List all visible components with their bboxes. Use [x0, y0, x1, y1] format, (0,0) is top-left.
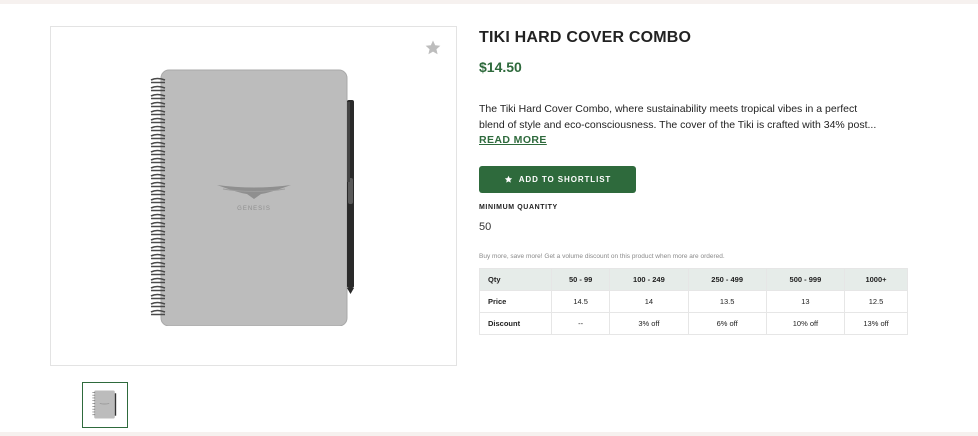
- minimum-quantity-value: 50: [479, 221, 492, 233]
- add-to-shortlist-label: ADD TO SHORTLIST: [518, 175, 612, 184]
- table-header-row: Qty 50 - 99 100 - 249 250 - 499 500 - 99…: [479, 268, 908, 291]
- product-title: TIKI HARD COVER COMBO: [479, 29, 692, 46]
- table-row: Discount -- 3% off 6% off 10% off 13% of…: [479, 312, 908, 335]
- product-price: $14.50: [479, 59, 522, 75]
- table-cell: 10% off: [765, 312, 846, 335]
- column-header: 50 - 99: [550, 268, 611, 291]
- notebook-image: GENESIS: [150, 69, 354, 326]
- star-icon: [504, 175, 512, 183]
- column-header: 500 - 999: [765, 268, 846, 291]
- product-panel: GENESIS TIKI HARD COVER COMBO $14.50 The…: [0, 4, 978, 432]
- table-cell: 14: [609, 290, 689, 313]
- table-cell: 14.5: [550, 290, 611, 313]
- table-cell: 3% off: [609, 312, 689, 335]
- product-description: The Tiki Hard Cover Combo, where sustain…: [479, 101, 919, 133]
- minimum-quantity-label: MINIMUM QUANTITY: [479, 204, 558, 211]
- description-line: blend of style and eco-consciousness. Th…: [479, 119, 877, 131]
- star-icon[interactable]: [424, 39, 442, 57]
- column-header: 100 - 249: [609, 268, 689, 291]
- thumbnail-image[interactable]: [82, 382, 128, 428]
- table-cell: 6% off: [687, 312, 767, 335]
- row-label: Price: [479, 290, 552, 313]
- row-label: Discount: [479, 312, 552, 335]
- table-cell: --: [550, 312, 611, 335]
- column-header: Qty: [479, 268, 552, 291]
- volume-discount-note: Buy more, save more! Get a volume discou…: [479, 253, 725, 260]
- read-more-link[interactable]: READ MORE: [479, 134, 547, 146]
- table-cell: 13: [765, 290, 846, 313]
- table-cell: 12.5: [844, 290, 908, 313]
- add-to-shortlist-button[interactable]: ADD TO SHORTLIST: [479, 166, 636, 193]
- pricing-table: Qty 50 - 99 100 - 249 250 - 499 500 - 99…: [479, 268, 908, 335]
- column-header: 1000+: [844, 268, 908, 291]
- column-header: 250 - 499: [687, 268, 767, 291]
- description-line: The Tiki Hard Cover Combo, where sustain…: [479, 103, 858, 115]
- cover-brand-text: GENESIS: [237, 206, 271, 212]
- main-product-image[interactable]: GENESIS: [50, 26, 457, 366]
- table-row: Price 14.5 14 13.5 13 12.5: [479, 290, 908, 313]
- table-cell: 13% off: [844, 312, 908, 335]
- table-cell: 13.5: [687, 290, 767, 313]
